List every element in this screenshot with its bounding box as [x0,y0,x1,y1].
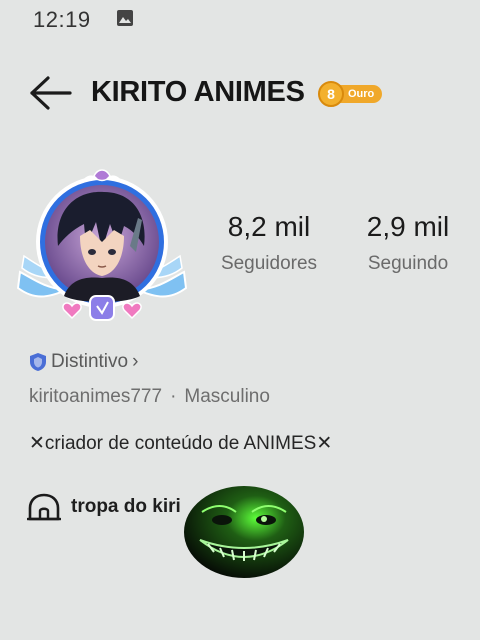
status-time: 12:19 [33,7,91,32]
troll-face-overlay [184,486,304,578]
group-row[interactable]: tropa do kiri [27,492,181,522]
separator: · [170,386,177,407]
profile-bio: ✕criador de conteúdo de ANIMES✕ [29,433,333,454]
following-count: 2,9 mil [366,211,450,242]
image-icon [117,10,133,26]
status-bar: 12:19 [0,0,480,40]
distintivo-link[interactable]: Distintivo › [29,351,138,373]
gender: Masculino [184,386,270,407]
back-arrow-icon[interactable] [26,74,74,112]
profile-title: KIRITO ANIMES [91,76,305,108]
shield-icon [30,353,46,371]
level-badge[interactable]: 8 Ouro [318,81,383,107]
chevron-right-icon: › [132,351,139,372]
followers-count: 8,2 mil [227,211,311,242]
profile-id-line: kiritoanimes777 · Masculino [29,386,270,408]
followers-label: Seguidores [220,253,318,274]
following-stat[interactable]: 2,9 mil Seguindo [350,211,466,275]
distintivo-label: Distintivo [51,351,129,372]
avatar[interactable] [14,160,190,336]
tent-icon [27,493,61,521]
following-label: Seguindo [367,253,449,274]
username: kiritoanimes777 [29,386,163,407]
group-name: tropa do kiri [71,496,181,517]
followers-stat[interactable]: 8,2 mil Seguidores [207,211,331,275]
level-label: Ouro [338,85,383,103]
level-coin-icon: 8 [318,81,344,107]
